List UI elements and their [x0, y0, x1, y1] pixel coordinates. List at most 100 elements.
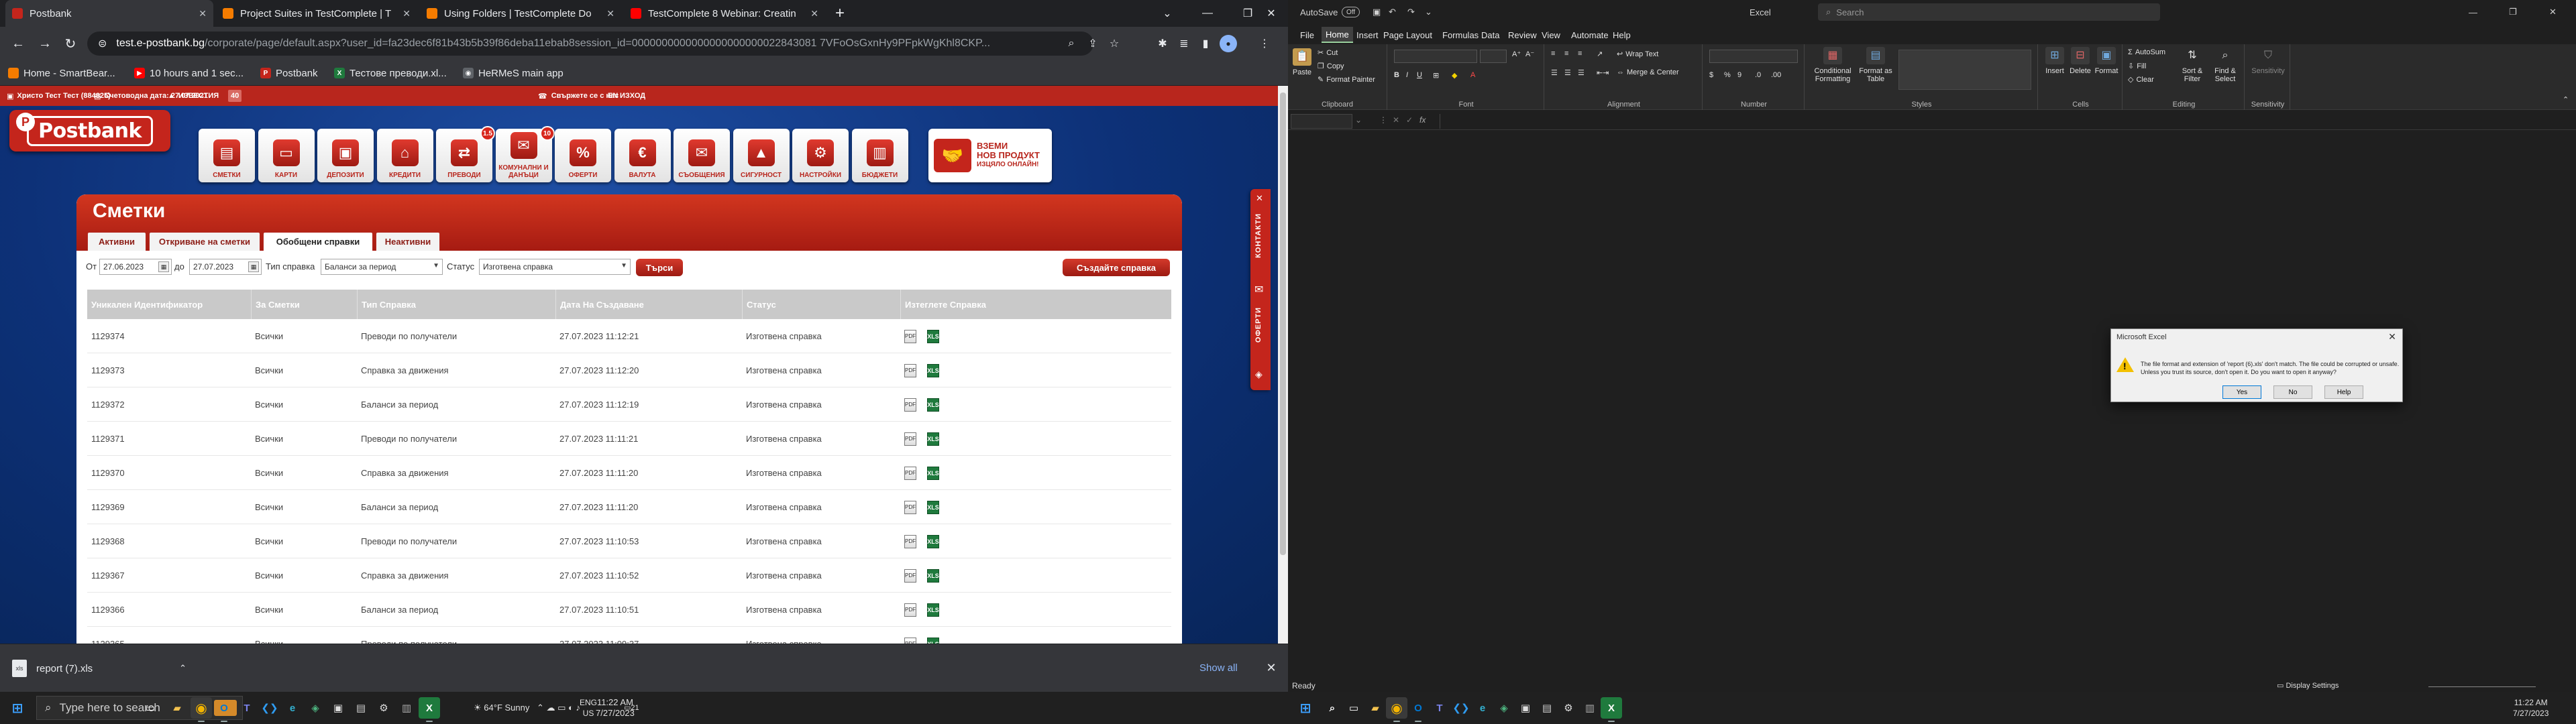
- tab-using-folders[interactable]: Using Folders | TestComplete Do ✕: [420, 0, 621, 27]
- contact-link[interactable]: ☎ Свържете се с нас: [538, 86, 619, 106]
- delete-cells-button[interactable]: ⊟ Delete: [2069, 47, 2092, 75]
- teams-icon[interactable]: T: [236, 697, 258, 719]
- align-center-icon[interactable]: ☰: [1564, 68, 1571, 77]
- nav-tile[interactable]: ✉ СЪОБЩЕНИЯ: [674, 129, 730, 182]
- dialog-close-icon[interactable]: ✕: [2386, 330, 2398, 343]
- tab-postbank[interactable]: Postbank ✕: [5, 0, 213, 27]
- tray-icons[interactable]: ⌃ ☁ ▭ ◐ ♪: [537, 703, 580, 713]
- tab-search-icon[interactable]: ⌄: [1147, 0, 1187, 27]
- testcomplete-icon[interactable]: ◈: [1493, 697, 1515, 719]
- cell-styles-gallery[interactable]: [1898, 50, 2031, 90]
- insert-cells-button[interactable]: ⊞ Insert: [2043, 47, 2066, 75]
- format-painter-button[interactable]: ✎ Format Painter: [1318, 75, 1375, 84]
- bookmark-youtube[interactable]: ▶ 10 hours and 1 sec...: [134, 66, 244, 80]
- chrome-menu-icon[interactable]: ⋮: [1254, 34, 1275, 54]
- download-pdf-icon[interactable]: PDF: [904, 500, 916, 514]
- ribbon-tab-file[interactable]: File: [1296, 27, 1318, 43]
- settings-icon[interactable]: ⚙: [1558, 697, 1579, 719]
- address-bar[interactable]: ⊜ test.e-postbank.bg/corporate/page/defa…: [87, 32, 1093, 56]
- excel-taskbar-icon[interactable]: X: [1601, 697, 1622, 722]
- report-type-select[interactable]: Баланси за период ▼: [321, 259, 443, 275]
- ribbon-tab-automate[interactable]: Automate: [1567, 27, 1613, 43]
- back-icon[interactable]: ←: [8, 34, 28, 54]
- tab-close-icon[interactable]: ✕: [810, 8, 818, 19]
- download-pdf-icon[interactable]: PDF: [904, 329, 916, 343]
- download-xls-icon[interactable]: XLS: [927, 603, 939, 617]
- insert-function-icon[interactable]: fx: [1419, 115, 1426, 125]
- close-window-button[interactable]: ✕: [2549, 0, 2557, 24]
- nav-tile[interactable]: ▲ СИГУРНОСТ: [733, 129, 790, 182]
- download-pdf-icon[interactable]: PDF: [904, 466, 916, 480]
- bookmark-smartbear-home[interactable]: Home - SmartBear...: [8, 66, 115, 80]
- fill-button[interactable]: ⇩ Fill: [2128, 62, 2146, 71]
- font-size-select[interactable]: [1480, 50, 1507, 63]
- chrome-taskbar-icon[interactable]: ◉: [1386, 697, 1407, 722]
- nav-tile[interactable]: ▣ ДЕПОЗИТИ: [317, 129, 374, 182]
- lang-en-link[interactable]: EN: [608, 86, 618, 106]
- download-pdf-icon[interactable]: PDF: [904, 637, 916, 644]
- close-icon[interactable]: ✕: [1256, 193, 1263, 204]
- col-id[interactable]: Уникален Идентификатор: [87, 290, 251, 319]
- minimize-button[interactable]: —: [1187, 0, 1228, 27]
- file-explorer-icon[interactable]: ▰: [1364, 697, 1386, 719]
- vscode-icon[interactable]: ❮❯: [1450, 697, 1472, 719]
- clear-button[interactable]: ◇ Clear: [2128, 75, 2154, 84]
- paste-button[interactable]: 📋 Paste: [1292, 48, 1312, 76]
- formula-input[interactable]: [1440, 114, 2573, 129]
- show-all-link[interactable]: Show all: [1194, 658, 1243, 678]
- excel-search-box[interactable]: ⌕ Search: [1818, 3, 2160, 21]
- collapse-ribbon-icon[interactable]: ⌃: [2563, 95, 2569, 104]
- sort-filter-button[interactable]: ⇅ Sort & Filter: [2178, 47, 2207, 84]
- tab-open-accounts[interactable]: Откриване на сметки: [149, 232, 260, 251]
- reading-list-icon[interactable]: ≣: [1174, 34, 1194, 54]
- edge-icon[interactable]: e: [1472, 697, 1493, 719]
- notes-icon[interactable]: ▤: [1536, 697, 1558, 719]
- sidebar-icon[interactable]: ▮: [1195, 34, 1216, 54]
- name-box[interactable]: [1291, 114, 1352, 129]
- testcomplete-icon[interactable]: ◈: [305, 697, 326, 719]
- ribbon-tab-insert[interactable]: Insert: [1352, 27, 1383, 43]
- find-select-button[interactable]: ⌕ Find & Select: [2210, 47, 2241, 84]
- file-explorer-icon[interactable]: ▰: [166, 697, 188, 719]
- merge-center-button[interactable]: ⇔ Merge & Center: [1617, 68, 1679, 76]
- ribbon-tab-view[interactable]: View: [1538, 27, 1564, 43]
- extensions-icon[interactable]: ✱: [1152, 34, 1173, 54]
- tab-close-icon[interactable]: ✕: [606, 8, 614, 19]
- sensitivity-button[interactable]: ⛉ Sensitivity: [2250, 47, 2286, 76]
- col-type[interactable]: Тип Справка: [357, 290, 555, 319]
- bookmark-test-transfers[interactable]: X Тестове преводи.xl...: [334, 66, 447, 80]
- status-select[interactable]: Изготвена справка ▼: [479, 259, 631, 275]
- search-icon[interactable]: ⌕: [1322, 697, 1343, 719]
- new-tab-button[interactable]: +: [826, 0, 853, 27]
- windows-start-icon[interactable]: ⊞: [7, 697, 28, 719]
- bold-button[interactable]: B: [1394, 71, 1399, 79]
- tab-active-accounts[interactable]: Активни: [87, 232, 146, 251]
- vscode-icon[interactable]: ❮❯: [259, 697, 280, 719]
- postbank-logo[interactable]: P Postbank: [9, 110, 170, 152]
- notices-link[interactable]: ▲ ИЗВЕСТИЯ: [168, 86, 219, 106]
- download-xls-icon[interactable]: XLS: [927, 637, 939, 644]
- page-scrollbar[interactable]: [1278, 86, 1288, 644]
- download-xls-icon[interactable]: XLS: [927, 363, 939, 377]
- zoom-slider[interactable]: [2428, 686, 2536, 687]
- italic-button[interactable]: I: [1406, 71, 1408, 79]
- ribbon-tab-page-layout[interactable]: Page Layout: [1379, 27, 1436, 43]
- share-icon[interactable]: ⇪: [1083, 34, 1103, 54]
- format-as-table-button[interactable]: ▤ Format as Table: [1857, 47, 1894, 83]
- download-pdf-icon[interactable]: PDF: [904, 534, 916, 548]
- bookmark-hermes[interactable]: ◉ HeRMeS main app: [463, 66, 564, 80]
- minimize-button[interactable]: —: [2469, 0, 2477, 24]
- terminal-icon[interactable]: ▣: [1515, 697, 1536, 719]
- download-xls-icon[interactable]: XLS: [927, 466, 939, 480]
- customize-toolbar-icon[interactable]: ⌄: [1425, 0, 1432, 24]
- nav-tile[interactable]: € ВАЛУТА: [614, 129, 671, 182]
- undo-icon[interactable]: ↶: [1389, 0, 1396, 24]
- tab-close-icon[interactable]: ✕: [402, 8, 411, 19]
- nav-tile[interactable]: ▭ КАРТИ: [258, 129, 315, 182]
- ribbon-tab-formulas[interactable]: Formulas: [1438, 27, 1483, 43]
- app-icon[interactable]: ▥: [1579, 697, 1601, 719]
- underline-button[interactable]: U: [1417, 71, 1422, 79]
- nav-tile[interactable]: ▥ БЮДЖЕТИ: [851, 129, 908, 182]
- no-button[interactable]: No: [2273, 385, 2312, 399]
- terminal-icon[interactable]: ▣: [327, 697, 349, 719]
